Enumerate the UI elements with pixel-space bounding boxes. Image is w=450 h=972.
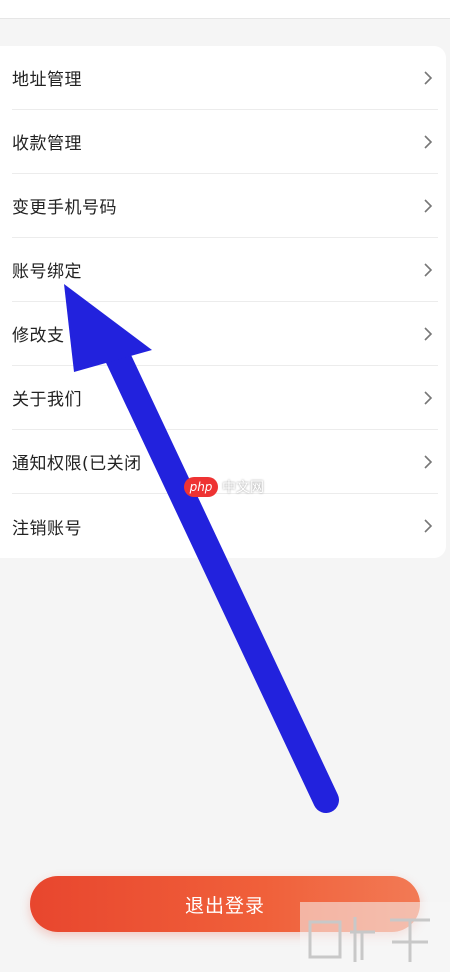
chevron-right-icon xyxy=(424,454,433,469)
menu-item-label: 变更手机号码 xyxy=(12,198,117,218)
chevron-right-icon xyxy=(424,134,433,149)
chevron-right-icon xyxy=(424,519,433,533)
chevron-right-icon xyxy=(424,198,433,213)
menu-item-payment[interactable]: 收款管理 xyxy=(12,110,438,174)
menu-item-about-us[interactable]: 关于我们 xyxy=(12,366,438,430)
menu-item-change-payment[interactable]: 修改支 xyxy=(12,302,438,366)
menu-item-label: 关于我们 xyxy=(12,390,82,410)
menu-item-address[interactable]: 地址管理 xyxy=(12,46,438,110)
menu-item-change-phone[interactable]: 变更手机号码 xyxy=(12,174,438,238)
logout-button[interactable]: 退出登录 xyxy=(30,876,420,932)
menu-item-label: 通知权限(已关闭 xyxy=(12,454,142,474)
menu-item-cancel-account[interactable]: 注销账号 xyxy=(12,494,438,558)
chevron-right-icon xyxy=(424,70,433,85)
menu-item-label: 账号绑定 xyxy=(12,262,82,282)
menu-item-label: 修改支 xyxy=(12,326,65,346)
menu-item-notification[interactable]: 通知权限(已关闭 xyxy=(12,430,438,494)
settings-card: 地址管理 收款管理 变更手机号码 账号绑定 修改支 关于我们 通知权限(已关闭 … xyxy=(0,46,446,558)
menu-item-account-binding[interactable]: 账号绑定 xyxy=(12,238,438,302)
chevron-right-icon xyxy=(424,326,433,341)
menu-item-label: 地址管理 xyxy=(12,70,82,90)
chevron-right-icon xyxy=(424,262,433,277)
chevron-right-icon xyxy=(424,390,433,405)
menu-item-label: 注销账号 xyxy=(12,518,82,539)
top-strip xyxy=(0,0,450,19)
menu-item-label: 收款管理 xyxy=(12,134,82,154)
